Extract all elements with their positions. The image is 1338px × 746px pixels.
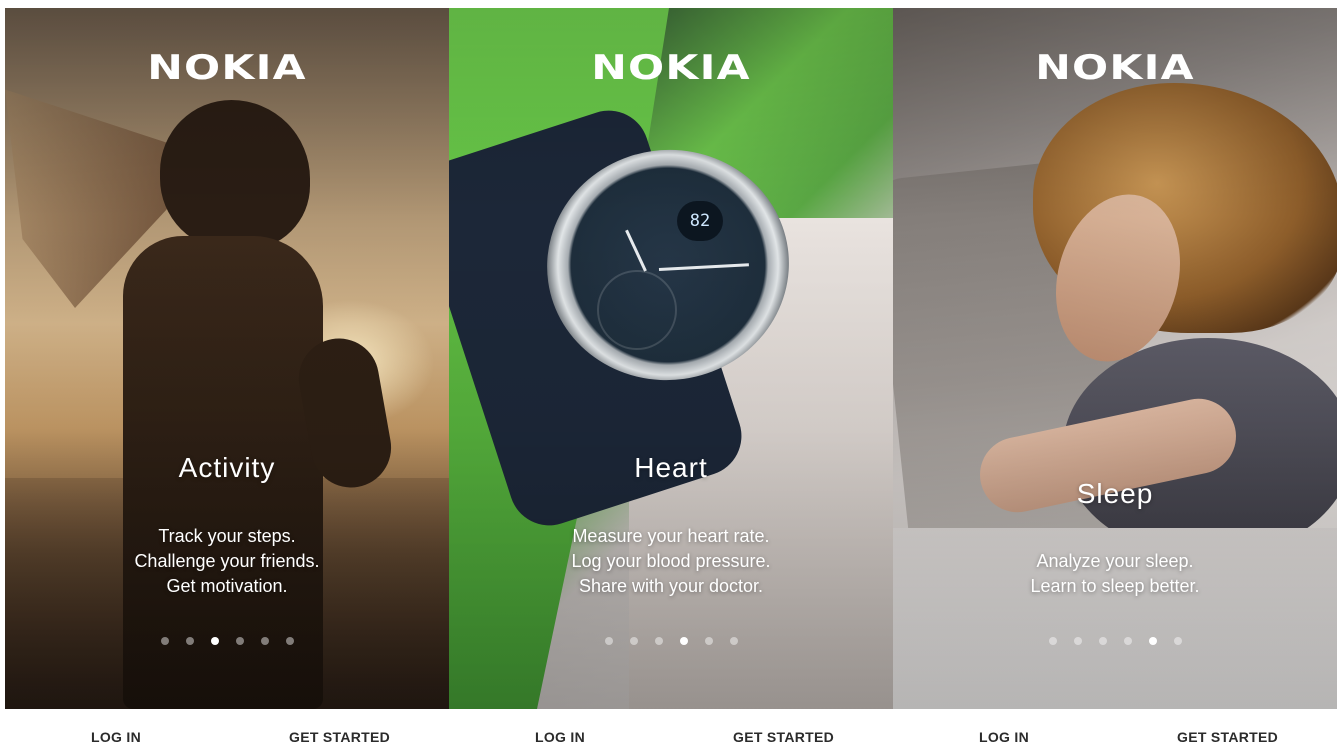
photo-overlay xyxy=(893,8,1337,709)
feature-line: Measure your heart rate. xyxy=(572,526,770,546)
onboarding-screens: NOKIA Activity Track your steps. Challen… xyxy=(5,8,1337,746)
page-dot[interactable] xyxy=(629,637,638,645)
screen-activity: NOKIA Activity Track your steps. Challen… xyxy=(5,8,449,746)
page-dot[interactable] xyxy=(604,637,613,645)
feature-description: Measure your heart rate. Log your blood … xyxy=(449,524,893,599)
feature-line: Share with your doctor. xyxy=(578,576,764,596)
page-dot-active[interactable] xyxy=(1148,637,1157,645)
feature-line: Learn to sleep better. xyxy=(1030,576,1200,596)
nokia-logo: NOKIA xyxy=(1035,48,1195,88)
feature-title: Heart xyxy=(634,452,708,483)
photo-overlay xyxy=(5,8,449,709)
nokia-logo: NOKIA xyxy=(591,48,751,88)
feature-line: Analyze your sleep. xyxy=(1036,551,1194,571)
get-started-button[interactable]: GET STARTED xyxy=(1177,729,1278,745)
get-started-button[interactable]: GET STARTED xyxy=(733,729,834,745)
page-dot[interactable] xyxy=(1048,637,1057,645)
get-started-button[interactable]: GET STARTED xyxy=(289,729,390,745)
nokia-logo: NOKIA xyxy=(147,48,307,88)
activity-photo: NOKIA Activity Track your steps. Challen… xyxy=(5,8,449,709)
page-dot-active[interactable] xyxy=(210,637,219,645)
log-in-button[interactable]: LOG IN xyxy=(535,729,585,745)
page-dot[interactable] xyxy=(235,637,244,645)
log-in-button[interactable]: LOG IN xyxy=(91,729,141,745)
screen-sleep: NOKIA Sleep Analyze your sleep. Learn to… xyxy=(893,8,1337,746)
page-dot[interactable] xyxy=(160,637,169,645)
action-bar: LOG IN GET STARTED xyxy=(893,709,1337,746)
feature-line: Get motivation. xyxy=(166,576,288,596)
page-indicator[interactable] xyxy=(893,637,1337,645)
page-dot[interactable] xyxy=(260,637,269,645)
feature-line: Challenge your friends. xyxy=(134,551,320,571)
action-bar: LOG IN GET STARTED xyxy=(449,709,893,746)
action-bar: LOG IN GET STARTED xyxy=(5,709,449,746)
feature-description: Analyze your sleep. Learn to sleep bette… xyxy=(893,549,1337,599)
page-indicator[interactable] xyxy=(5,637,449,645)
feature-line: Track your steps. xyxy=(158,526,296,546)
log-in-button[interactable]: LOG IN xyxy=(979,729,1029,745)
page-dot[interactable] xyxy=(1173,637,1182,645)
page-dot[interactable] xyxy=(704,637,713,645)
page-dot[interactable] xyxy=(1098,637,1107,645)
screen-heart: 82 NOKIA Heart Measure your heart rate. … xyxy=(449,8,893,746)
page-dot-active[interactable] xyxy=(679,637,688,645)
page-dot[interactable] xyxy=(185,637,194,645)
heart-photo: 82 NOKIA Heart Measure your heart rate. … xyxy=(449,8,893,709)
sleep-photo: NOKIA Sleep Analyze your sleep. Learn to… xyxy=(893,8,1337,709)
feature-description: Track your steps. Challenge your friends… xyxy=(5,524,449,599)
page-indicator[interactable] xyxy=(449,637,893,645)
photo-overlay xyxy=(449,8,893,709)
page-dot[interactable] xyxy=(1073,637,1082,645)
page-dot[interactable] xyxy=(285,637,294,645)
page-dot[interactable] xyxy=(729,637,738,645)
feature-title: Activity xyxy=(178,452,276,483)
page-dot[interactable] xyxy=(1123,637,1132,645)
feature-title: Sleep xyxy=(1076,478,1154,509)
page-dot[interactable] xyxy=(654,637,663,645)
feature-line: Log your blood pressure. xyxy=(571,551,771,571)
